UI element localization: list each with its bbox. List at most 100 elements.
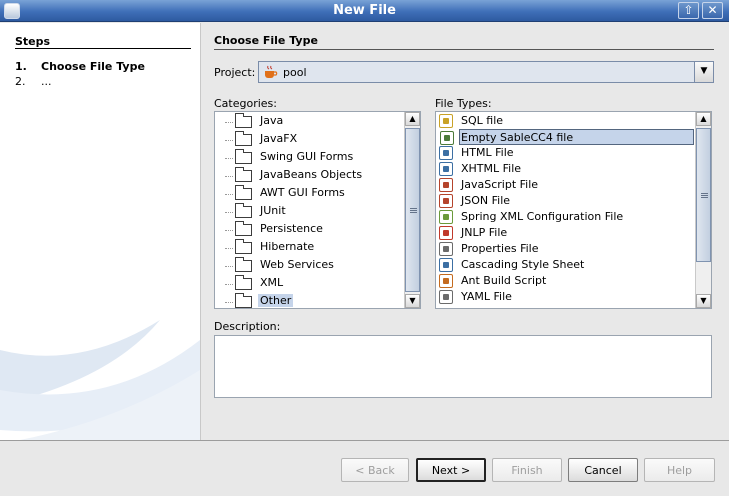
- categories-label: Categories:: [214, 97, 277, 110]
- file-type-label: JNLP File: [461, 226, 508, 239]
- category-item[interactable]: AWT GUI Forms: [215, 185, 403, 201]
- categories-scrollbar[interactable]: ▲ ▼: [404, 112, 420, 308]
- tree-connector: [225, 140, 233, 141]
- category-item[interactable]: Java: [215, 113, 403, 129]
- file-type-label: SQL file: [461, 114, 504, 127]
- categories-list[interactable]: ▲ ▼ Java JavaFX Swing GUI Forms JavaBeans O…: [214, 111, 421, 309]
- folder-icon: [235, 221, 252, 236]
- file-type-item[interactable]: Spring XML Configuration File: [436, 209, 694, 225]
- step-label: ...: [41, 75, 52, 88]
- file-type-item[interactable]: SQL file: [436, 113, 694, 129]
- category-item[interactable]: Other: [215, 293, 403, 308]
- tree-connector: [225, 230, 233, 231]
- category-item[interactable]: JavaFX: [215, 131, 403, 147]
- tree-connector: [225, 212, 233, 213]
- next-button[interactable]: Next >: [416, 458, 486, 482]
- file-type-item[interactable]: XHTML File: [436, 161, 694, 177]
- tree-connector: [225, 194, 233, 195]
- folder-icon: [235, 149, 252, 164]
- folder-icon: [235, 131, 252, 146]
- decorative-swoosh: [0, 320, 200, 440]
- json-file-icon: [439, 194, 453, 208]
- file-type-label: Spring XML Configuration File: [461, 210, 624, 223]
- category-item[interactable]: Swing GUI Forms: [215, 149, 403, 165]
- category-label: Swing GUI Forms: [260, 150, 354, 163]
- back-button[interactable]: < Back: [341, 458, 409, 482]
- jnlp-file-icon: [439, 226, 453, 240]
- step-number: 1.: [15, 60, 27, 73]
- maximize-icon[interactable]: ⇧: [678, 2, 699, 19]
- file-type-item[interactable]: YAML File: [436, 289, 694, 305]
- category-item[interactable]: Persistence: [215, 221, 403, 237]
- tree-connector: [225, 284, 233, 285]
- folder-icon: [235, 113, 252, 128]
- category-label: Hibernate: [260, 240, 315, 253]
- category-label: Java: [260, 114, 284, 127]
- folder-icon: [235, 203, 252, 218]
- scroll-thumb[interactable]: [696, 128, 711, 262]
- java-project-icon: [265, 65, 278, 78]
- category-item[interactable]: Web Services: [215, 257, 403, 273]
- description-box: [214, 335, 712, 398]
- content-panel: Choose File Type Project: pool ▼ Categor…: [202, 23, 729, 440]
- folder-icon: [235, 275, 252, 290]
- file-type-label: XHTML File: [461, 162, 522, 175]
- scroll-down-icon[interactable]: ▼: [696, 294, 711, 308]
- file-types-list[interactable]: ▲ ▼ SQL file Empty SableCC4 file HTML File…: [435, 111, 712, 309]
- section-title: Choose File Type: [214, 34, 318, 47]
- file-type-item[interactable]: JavaScript File: [436, 177, 694, 193]
- category-label: AWT GUI Forms: [260, 186, 345, 199]
- project-combobox[interactable]: pool ▼: [258, 61, 714, 83]
- file-type-item[interactable]: Properties File: [436, 241, 694, 257]
- file-type-item[interactable]: Ant Build Script: [436, 273, 694, 289]
- file-types-scrollbar[interactable]: ▲ ▼: [695, 112, 711, 308]
- finish-button[interactable]: Finish: [492, 458, 562, 482]
- file-type-label: YAML File: [461, 290, 512, 303]
- folder-icon: [235, 293, 252, 308]
- sql-file-icon: [439, 114, 453, 128]
- close-icon[interactable]: ✕: [702, 2, 723, 19]
- scroll-down-icon[interactable]: ▼: [405, 294, 420, 308]
- file-type-label: Properties File: [461, 242, 539, 255]
- project-label: Project:: [214, 66, 256, 79]
- project-value: pool: [283, 66, 307, 79]
- css-file-icon: [439, 258, 453, 272]
- tree-connector: [225, 266, 233, 267]
- steps-panel: Steps 1. Choose File Type 2. ...: [0, 23, 201, 440]
- scroll-thumb[interactable]: [405, 128, 420, 292]
- category-item[interactable]: JUnit: [215, 203, 403, 219]
- file-type-item[interactable]: JSON File: [436, 193, 694, 209]
- tree-connector: [225, 302, 233, 303]
- file-type-item[interactable]: Cascading Style Sheet: [436, 257, 694, 273]
- category-label: JUnit: [260, 204, 286, 217]
- category-item[interactable]: Hibernate: [215, 239, 403, 255]
- file-type-label: JavaScript File: [461, 178, 539, 191]
- file-type-item[interactable]: JNLP File: [436, 225, 694, 241]
- scroll-up-icon[interactable]: ▲: [405, 112, 420, 126]
- tree-connector: [225, 158, 233, 159]
- sablecc-file-icon: [440, 131, 454, 145]
- folder-icon: [235, 185, 252, 200]
- file-type-item[interactable]: HTML File: [436, 145, 694, 161]
- html-file-icon: [439, 146, 453, 160]
- properties-file-icon: [439, 242, 453, 256]
- ant-build-file-icon: [439, 274, 453, 288]
- category-label: Web Services: [260, 258, 334, 271]
- help-button[interactable]: Help: [644, 458, 715, 482]
- category-item[interactable]: XML: [215, 275, 403, 291]
- file-type-item[interactable]: Empty SableCC4 file: [440, 129, 694, 145]
- window-title: New File: [333, 3, 396, 18]
- step-label: Choose File Type: [41, 60, 145, 73]
- section-divider: [214, 49, 714, 50]
- scroll-up-icon[interactable]: ▲: [696, 112, 711, 126]
- category-label: Other: [258, 294, 294, 307]
- category-item[interactable]: JavaBeans Objects: [215, 167, 403, 183]
- button-bar-divider: [0, 440, 729, 441]
- tree-connector: [225, 248, 233, 249]
- chevron-down-icon[interactable]: ▼: [694, 62, 713, 82]
- steps-divider: [15, 48, 191, 49]
- cancel-button[interactable]: Cancel: [568, 458, 638, 482]
- category-label: JavaFX: [260, 132, 298, 145]
- file-type-label: Empty SableCC4 file: [461, 131, 574, 144]
- file-type-label: JSON File: [461, 194, 511, 207]
